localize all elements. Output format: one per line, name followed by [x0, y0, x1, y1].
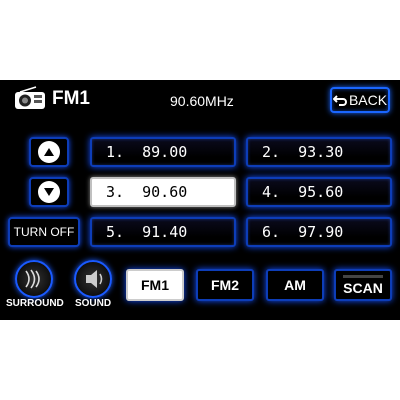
preset-label: 2. 93.30: [262, 143, 344, 161]
preset-3-button[interactable]: 3. 90.60: [90, 177, 236, 207]
speaker-icon: [74, 260, 112, 298]
band-am-button[interactable]: AM: [266, 269, 324, 301]
back-arrow-icon: [332, 94, 347, 106]
frequency-display: 90.60MHz: [170, 93, 234, 109]
surround-control[interactable]: SURROUND: [6, 260, 64, 309]
sound-control[interactable]: SOUND: [68, 260, 118, 309]
band-fm1-button[interactable]: FM1: [126, 269, 184, 301]
preset-2-button[interactable]: 2. 93.30: [246, 137, 392, 167]
preset-4-button[interactable]: 4. 95.60: [246, 177, 392, 207]
radio-screen: FM1 90.60MHz BACK TURN OFF 1. 89.00 2. 9…: [0, 80, 400, 320]
preset-label: 5. 91.40: [106, 223, 188, 241]
scan-button[interactable]: SCAN: [334, 269, 392, 301]
preset-5-button[interactable]: 5. 91.40: [90, 217, 236, 247]
band-title: FM1: [52, 88, 90, 109]
surround-icon: [15, 260, 53, 298]
seek-up-button[interactable]: [29, 137, 69, 167]
surround-label: SURROUND: [6, 298, 64, 309]
preset-label: 3. 90.60: [106, 183, 188, 201]
up-arrow-icon: [38, 141, 60, 163]
back-label: BACK: [348, 92, 388, 108]
preset-1-button[interactable]: 1. 89.00: [90, 137, 236, 167]
sound-label: SOUND: [74, 298, 112, 309]
preset-label: 4. 95.60: [262, 183, 344, 201]
band-fm2-button[interactable]: FM2: [196, 269, 254, 301]
down-arrow-icon: [38, 181, 60, 203]
preset-6-button[interactable]: 6. 97.90: [246, 217, 392, 247]
radio-icon: [14, 86, 46, 110]
back-button[interactable]: BACK: [330, 87, 390, 113]
turn-off-button[interactable]: TURN OFF: [8, 217, 80, 247]
preset-label: 6. 97.90: [262, 223, 344, 241]
seek-down-button[interactable]: [29, 177, 69, 207]
scan-label: SCAN: [343, 274, 383, 296]
preset-label: 1. 89.00: [106, 143, 188, 161]
